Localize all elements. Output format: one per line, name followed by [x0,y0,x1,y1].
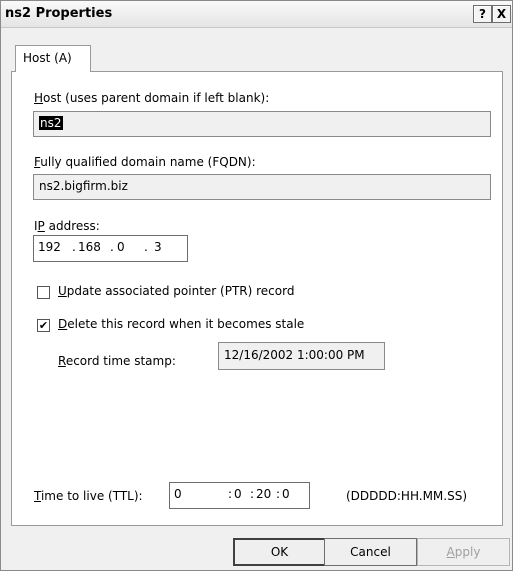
host-field[interactable]: ns2 [33,111,491,137]
ptr-checkbox-label[interactable]: Update associated pointer (PTR) record [58,284,294,298]
fqdn-field[interactable]: ns2.bigfirm.biz [33,174,491,200]
ok-button[interactable]: OK [233,538,326,566]
ttl-minutes[interactable]: 20 [256,487,271,501]
tab-host-a-label: Host (A) [23,51,72,65]
ttl-seconds[interactable]: 0 [282,487,290,501]
ip-octet-1[interactable]: 192 [38,240,61,254]
ttl-sep-2: : [250,487,255,501]
properties-dialog: ns2 Properties ? X Host (A) Host (uses p… [0,0,513,571]
close-button[interactable]: X [492,5,511,23]
ttl-sep-1: : [228,487,233,501]
ttl-days[interactable]: 0 [174,487,182,501]
ip-dot-2: . [110,240,114,254]
cancel-button[interactable]: Cancel [324,538,417,566]
ptr-checkbox[interactable] [37,286,50,299]
ip-dot-1: . [72,240,76,254]
fqdn-value: ns2.bigfirm.biz [39,179,128,193]
timestamp-value: 12/16/2002 1:00:00 PM [224,348,365,362]
ip-address-label: IP address: [34,219,100,233]
timestamp-label: Record time stamp: [58,354,176,368]
help-button[interactable]: ? [473,5,492,23]
ttl-sep-3: : [276,487,281,501]
ip-address-field[interactable]: 192 . 168 . 0 . 3 [33,235,188,262]
timestamp-field: 12/16/2002 1:00:00 PM [218,342,385,370]
apply-button[interactable]: Apply [417,538,510,566]
host-value: ns2 [39,116,63,130]
window-title: ns2 Properties [5,6,113,21]
host-label: Host (uses parent domain if left blank): [34,91,270,105]
ip-octet-2[interactable]: 168 [78,240,101,254]
tab-host-a[interactable]: Host (A) [15,45,91,72]
ip-octet-3[interactable]: 0 [117,240,125,254]
title-bar[interactable]: ns2 Properties ? X [1,1,512,28]
fqdn-label: Fully qualified domain name (FQDN): [34,155,256,169]
ttl-label: Time to live (TTL): [34,489,143,503]
ip-dot-3: . [144,240,148,254]
ttl-hours[interactable]: 0 [234,487,242,501]
ttl-field[interactable]: 0 : 0 : 20 : 0 [169,482,310,509]
ip-octet-4[interactable]: 3 [154,240,162,254]
stale-checkbox-label[interactable]: Delete this record when it becomes stale [58,317,304,331]
tab-panel [11,71,503,526]
stale-checkbox[interactable]: ✔ [37,319,50,332]
ttl-format-hint: (DDDDD:HH.MM.SS) [346,489,468,503]
